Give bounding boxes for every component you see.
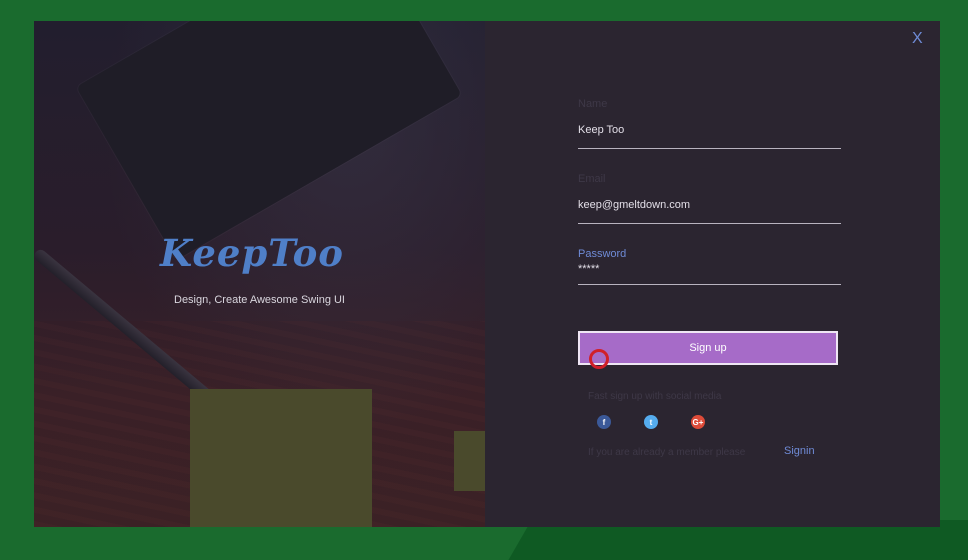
email-field[interactable]: Email keep@gmeltdown.com [578,173,841,224]
password-field[interactable]: Password ***** [578,248,841,285]
name-input[interactable]: Keep Too [578,124,841,136]
social-signup-text: Fast sign up with social media [588,391,722,402]
name-label: Name [578,98,608,110]
sticky-note-image-2 [454,431,485,491]
email-underline [578,223,841,224]
signup-window: KeepToo Design, Create Awesome Swing UI … [34,21,940,527]
google-plus-icon[interactable]: G+ [691,415,705,429]
sticky-note-image [190,389,372,527]
close-button[interactable]: X [912,30,923,48]
name-field[interactable]: Name Keep Too [578,98,841,149]
signup-button[interactable]: Sign up [578,331,838,365]
email-label: Email [578,173,606,185]
brand-logo: KeepToo [160,231,344,275]
member-prompt-text: If you are already a member please [588,447,746,458]
password-input[interactable]: ***** [578,263,841,275]
facebook-icon[interactable]: f [597,415,611,429]
form-panel: X Name Keep Too Email keep@gmeltdown.com… [485,21,940,527]
password-underline [578,284,841,285]
signin-link[interactable]: Signin [784,445,815,457]
click-indicator [589,349,609,369]
twitter-icon[interactable]: t [644,415,658,429]
password-label: Password [578,248,627,260]
brand-panel: KeepToo Design, Create Awesome Swing UI [34,21,485,527]
brand-tagline: Design, Create Awesome Swing UI [174,294,345,306]
keyboard-image [76,21,462,261]
name-underline [578,148,841,149]
email-input[interactable]: keep@gmeltdown.com [578,199,841,211]
